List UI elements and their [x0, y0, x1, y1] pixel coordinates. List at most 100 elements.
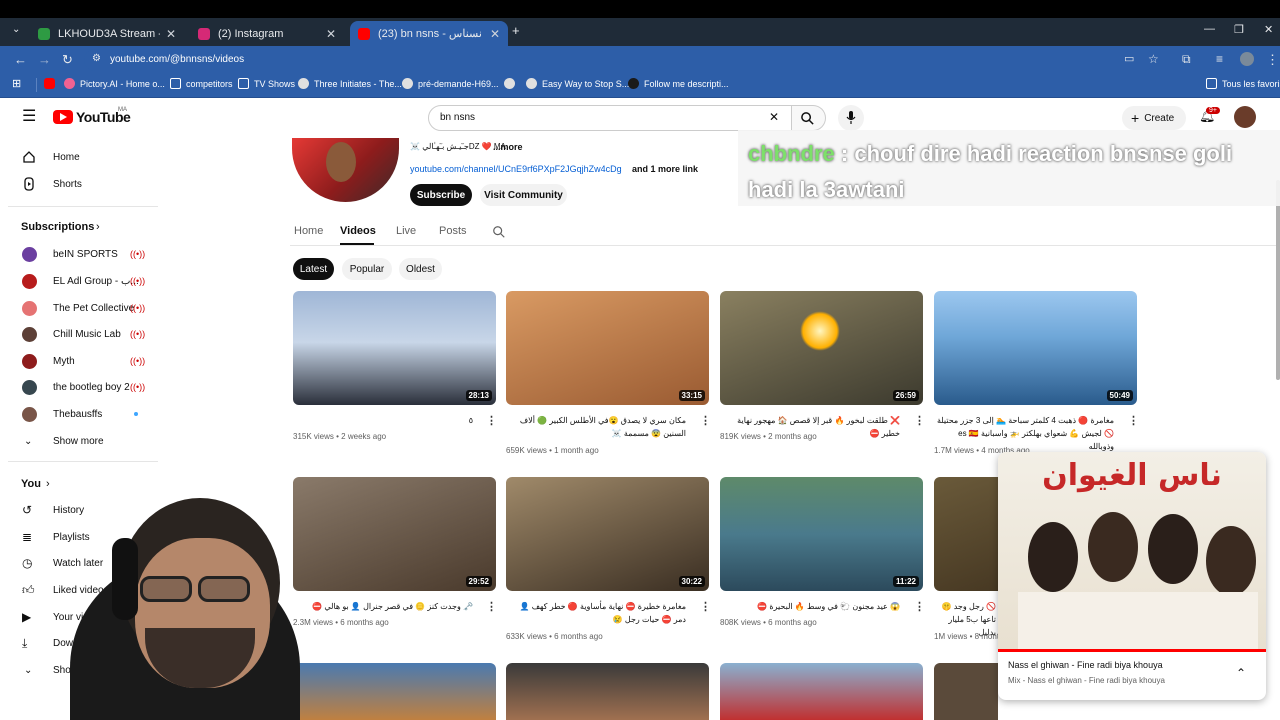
page-scrollbar[interactable] [1276, 180, 1280, 380]
expand-chevron-up-icon[interactable]: ⌃ [1236, 666, 1246, 680]
guide-menu-icon[interactable]: ☰ [22, 109, 36, 125]
video-menu-icon[interactable]: ⋮ [700, 600, 711, 613]
browser-tab-1[interactable]: LKHOUD3A Stream - Watch Live ✕ [30, 21, 184, 46]
subscriptions-header[interactable]: Subscriptions › [0, 214, 158, 240]
channel-search-icon[interactable] [492, 225, 506, 239]
video-menu-icon[interactable]: ⋮ [1128, 414, 1139, 427]
sidebar-item-label: beIN SPORTS [53, 248, 118, 260]
filter-popular[interactable]: Popular [342, 258, 392, 280]
subscribe-button[interactable]: Subscribe [410, 184, 472, 206]
visit-community-button[interactable]: Visit Community [480, 184, 567, 206]
channel-more-link[interactable]: ...more [493, 142, 523, 152]
bookmark-competitors[interactable]: competitors [170, 78, 233, 89]
restore-icon[interactable]: ❐ [1234, 23, 1244, 36]
new-tab-icon[interactable]: + [512, 23, 520, 38]
sidebar-sub-bein-sports[interactable]: beIN SPORTS ((•)) [0, 241, 158, 267]
browser-menu-icon[interactable]: ⋮ [1266, 52, 1279, 68]
video-title[interactable]: مغامرة خطيرة ⛔ نهاية مأساوية 🔴 خطر كهف 👤… [506, 600, 686, 626]
minimize-icon[interactable]: — [1204, 23, 1215, 35]
bookmark-tv-shows[interactable]: TV Shows [238, 78, 295, 89]
sidebar-divider [8, 206, 158, 207]
tab-home[interactable]: Home [294, 225, 323, 237]
back-icon[interactable]: ← [14, 52, 27, 67]
create-button[interactable]: + Create [1122, 106, 1186, 130]
tab-search-chevron-icon[interactable]: ⌄ [12, 24, 20, 35]
voice-search-button[interactable] [838, 105, 864, 131]
all-bookmarks[interactable]: Tous les favoris [1206, 78, 1280, 89]
channel-link[interactable]: youtube.com/channel/UCnE9rf6PXpF2JGqjhZw… [410, 164, 622, 174]
close-window-icon[interactable]: ✕ [1264, 23, 1273, 36]
sidebar-sub-thebausffs[interactable]: Thebausffs [0, 401, 158, 427]
extensions-icon[interactable]: ⧉ [1182, 52, 1191, 67]
bookmark-pre-demande[interactable]: pré-demande-H69... [402, 78, 499, 89]
video-menu-icon[interactable]: ⋮ [486, 600, 497, 613]
clear-search-icon[interactable]: ✕ [769, 110, 779, 124]
account-avatar[interactable] [1234, 106, 1256, 128]
media-icon[interactable]: ≡ [1216, 52, 1223, 66]
more-links[interactable]: and 1 more link [632, 164, 698, 174]
filter-oldest[interactable]: Oldest [399, 258, 442, 280]
channel-avatar-large[interactable] [292, 138, 399, 202]
you-header[interactable]: You › [0, 471, 158, 497]
bookmark-easy-way[interactable]: Easy Way to Stop S... [526, 78, 629, 89]
bookmark-three-initiates[interactable]: Three Initiates - The... [298, 78, 402, 89]
search-input[interactable]: bn nsns [440, 112, 475, 123]
video-menu-icon[interactable]: ⋮ [486, 414, 497, 427]
sidebar-item-shorts[interactable]: Shorts [0, 171, 158, 197]
bookmark-star-icon[interactable]: ☆ [1148, 52, 1159, 66]
fire-glow [800, 311, 840, 351]
video-thumbnail[interactable]: 50:49 [934, 291, 1137, 405]
install-app-icon[interactable]: ▭ [1124, 52, 1134, 65]
video-thumbnail[interactable]: 26:59 [720, 291, 923, 405]
bookmark-youtube[interactable] [44, 78, 60, 89]
bookmark-pictory[interactable]: Pictory.AI - Home o... [64, 78, 165, 89]
sidebar-sub-el-adl-group[interactable]: EL Adl Group - ب... ((•)) [0, 268, 158, 294]
show-more-subscriptions[interactable]: ⌄ Show more [0, 428, 158, 454]
forward-icon[interactable]: → [38, 52, 51, 67]
channel-tabs: Home Videos Live Posts [290, 220, 1280, 246]
sidebar-sub-bootleg-boy[interactable]: the bootleg boy 2 ((•)) [0, 374, 158, 400]
miniplayer-video[interactable]: ناس الغيوان [998, 452, 1266, 650]
url-box[interactable] [84, 49, 1154, 71]
site-info-icon[interactable]: ⚙ [92, 53, 101, 64]
tab-live[interactable]: Live [396, 225, 416, 237]
close-tab-icon[interactable]: ✕ [326, 27, 336, 41]
sidebar-item-home[interactable]: Home [0, 144, 158, 170]
apps-grid-icon[interactable]: ⊞ [12, 77, 21, 90]
bookmark-label: pré-demande-H69... [418, 78, 499, 89]
video-title[interactable]: مكان سري لا يصدق 😮في الأطلس الكبير 🟢 ألا… [506, 414, 686, 440]
video-menu-icon[interactable]: ⋮ [914, 600, 925, 613]
tab-videos[interactable]: Videos [340, 225, 376, 237]
miniplayer-progress-bar[interactable] [998, 649, 1266, 652]
video-title[interactable]: ٥ [293, 414, 473, 427]
video-menu-icon[interactable]: ⋮ [700, 414, 711, 427]
sidebar-sub-pet-collective[interactable]: The Pet Collective ((•)) [0, 295, 158, 321]
url-text[interactable]: youtube.com/@bnnsns/videos [110, 54, 244, 65]
bookmark-follow-me[interactable]: Follow me descripti... [628, 78, 729, 89]
reload-icon[interactable]: ↻ [62, 52, 73, 68]
video-thumbnail[interactable]: 33:15 [506, 291, 709, 405]
sidebar-sub-myth[interactable]: Myth ((•)) [0, 348, 158, 374]
browser-tab-2[interactable]: (2) Instagram ✕ [190, 21, 344, 46]
video-title[interactable]: 😱 عيد مجنون 🐑 في وسط 🔥 البحيرة ⛔ [720, 600, 900, 613]
sidebar-sub-chill-music-lab[interactable]: Chill Music Lab ((•)) [0, 321, 158, 347]
close-tab-icon[interactable]: ✕ [166, 27, 176, 41]
video-menu-icon[interactable]: ⋮ [914, 414, 925, 427]
bookmark-label: competitors [186, 78, 233, 89]
filter-latest[interactable]: Latest [293, 258, 334, 280]
browser-tab-3-active[interactable]: (23) bn nsns - بن نسناس - YouTube ✕ [350, 21, 508, 46]
bookmark-chrome-icon-only[interactable] [504, 78, 520, 89]
video-thumbnail[interactable]: 28:13 [293, 291, 496, 405]
video-thumbnail[interactable]: 11:22 [720, 477, 923, 591]
chevron-down-icon: ⌄ [24, 664, 33, 676]
search-button[interactable] [792, 105, 826, 131]
miniplayer[interactable]: ناس الغيوان Nass el ghiwan - Fine radi b… [998, 452, 1266, 700]
video-thumbnail[interactable]: 30:22 [506, 477, 709, 591]
profile-avatar[interactable] [1240, 52, 1254, 66]
tab-posts[interactable]: Posts [439, 225, 467, 237]
miniplayer-title[interactable]: Nass el ghiwan - Fine radi biya khouya [1008, 660, 1163, 670]
search-box[interactable]: bn nsns ✕ [428, 105, 792, 131]
tab-title: (23) bn nsns - بن نسناس - YouTube [378, 28, 484, 40]
close-tab-icon[interactable]: ✕ [490, 27, 500, 41]
youtube-logo-icon[interactable] [53, 110, 73, 124]
